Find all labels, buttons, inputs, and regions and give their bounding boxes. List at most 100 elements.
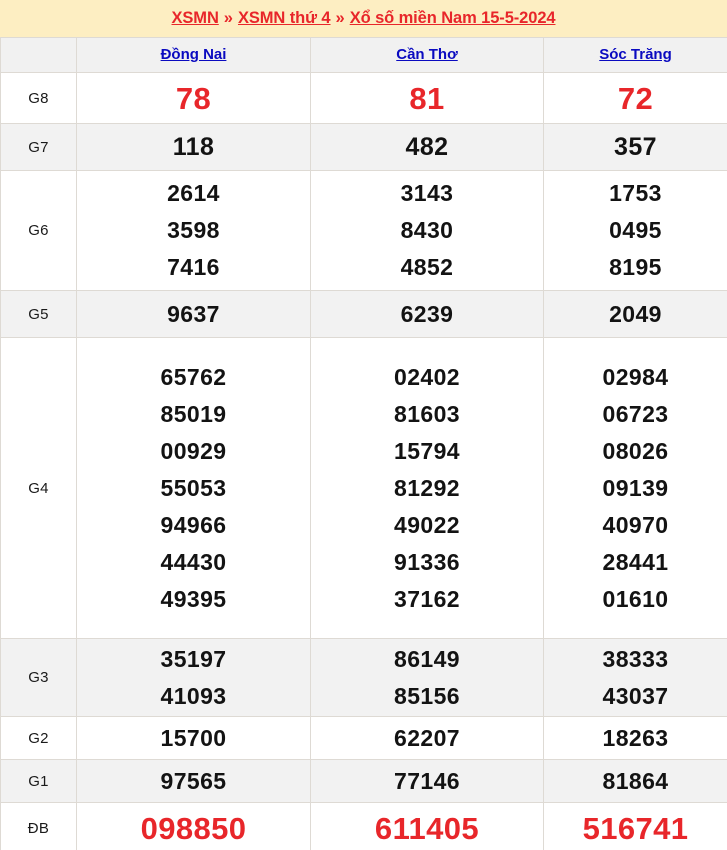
lottery-number: 6239 [400,300,454,327]
prize-numbers-g7-dong-nai: 118 [76,123,311,171]
table-row-g6: G6 2614 3598 7416 3143 8430 4852 1753 0495 819… [0,170,727,291]
lottery-number: 55053 [160,474,227,501]
table-row-g2: G2 15700 62207 18263 [0,716,727,760]
lottery-number: 40970 [602,511,669,538]
province-link-dong-nai[interactable]: Đồng Nai [161,46,227,63]
lottery-number: 00929 [160,437,227,464]
lottery-number: 02984 [602,363,669,390]
lottery-number: 15700 [160,724,227,751]
lottery-number: 15794 [394,437,460,464]
table-row-g4: G4 65762 85019 00929 55053 94966 44430 49395 0… [0,337,727,639]
prize-numbers-db-dong-nai: 098850 [76,802,311,850]
prize-numbers-g4-soc-trang: 02984 06723 08026 09139 40970 28441 01610 [543,337,727,639]
lottery-number: 38333 [602,645,669,672]
lottery-number: 01610 [602,585,669,612]
lottery-number: 118 [172,132,215,161]
prize-label-g3: G3 [0,638,77,717]
breadcrumb-separator-1: » [223,9,233,27]
lottery-number: 8195 [609,254,662,280]
breadcrumb: XSMN » XSMN thứ 4 » Xổ số miền Nam 15-5-… [0,0,727,37]
lottery-number: 28441 [602,548,669,575]
table-row-g1: G1 97565 77146 81864 [0,759,727,803]
lottery-number: 8430 [400,217,454,243]
prize-numbers-g1-can-tho: 77146 [310,759,544,803]
prize-numbers-g5-soc-trang: 2049 [543,290,727,338]
lottery-number: 94966 [160,511,227,538]
lottery-number: 9637 [167,300,220,327]
lottery-number: 81603 [394,400,460,427]
lottery-number: 06723 [602,400,669,427]
province-link-can-tho[interactable]: Cần Thơ [396,46,458,63]
prize-numbers-g2-dong-nai: 15700 [76,716,311,760]
prize-numbers-g7-soc-trang: 357 [543,123,727,171]
lottery-number: 098850 [140,811,247,846]
lottery-number: 49022 [394,511,460,538]
lottery-number: 611405 [374,811,480,846]
prize-numbers-g5-dong-nai: 9637 [76,290,311,338]
table-header: Đồng Nai Cần Thơ Sóc Trăng [0,37,727,73]
prize-numbers-g2-can-tho: 62207 [310,716,544,760]
prize-numbers-g3-dong-nai: 35197 41093 [76,638,311,717]
prize-numbers-g1-dong-nai: 97565 [76,759,311,803]
prize-numbers-g7-can-tho: 482 [310,123,544,171]
lottery-number: 7416 [167,254,220,280]
breadcrumb-item-xsmn[interactable]: XSMN [172,9,219,28]
lottery-results-table: Đồng Nai Cần Thơ Sóc Trăng G8 78 81 72 G… [0,37,727,850]
table-row-g5: G5 9637 6239 2049 [0,290,727,338]
prize-label-g2: G2 [0,716,77,760]
prize-label-g5: G5 [0,290,77,338]
table-row-g7: G7 118 482 357 [0,123,727,171]
lottery-number: 91336 [394,548,460,575]
lottery-number: 65762 [160,363,227,390]
lottery-number: 3598 [167,217,220,243]
header-row: Đồng Nai Cần Thơ Sóc Trăng [0,37,727,73]
lottery-number: 1753 [609,180,662,206]
lottery-number: 81292 [394,474,460,501]
prize-label-g1: G1 [0,759,77,803]
breadcrumb-item-current-page[interactable]: Xổ số miền Nam 15-5-2024 [350,9,556,28]
lottery-number: 08026 [602,437,669,464]
table-body: G8 78 81 72 G7 118 482 357 G6 2614 3598 74… [0,72,727,850]
lottery-number: 482 [405,132,449,161]
lottery-number: 44430 [160,548,227,575]
prize-numbers-g8-dong-nai: 78 [76,72,311,124]
lottery-number: 4852 [400,254,454,280]
lottery-number: 97565 [160,767,227,794]
lottery-number: 2049 [609,300,662,327]
prize-numbers-g8-can-tho: 81 [310,72,544,124]
lottery-number: 72 [617,80,654,116]
lottery-number: 81 [409,80,445,116]
prize-numbers-g6-soc-trang: 1753 0495 8195 [543,170,727,291]
lottery-number: 85019 [160,400,227,427]
lottery-number: 516741 [582,811,689,846]
lottery-number: 77146 [394,767,460,794]
prize-numbers-g4-dong-nai: 65762 85019 00929 55053 94966 44430 49395 [76,337,311,639]
breadcrumb-item-weekday[interactable]: XSMN thứ 4 [238,9,331,28]
province-link-soc-trang[interactable]: Sóc Trăng [599,46,672,63]
lottery-number: 0495 [609,217,662,243]
header-province-2: Cần Thơ [310,37,544,73]
lottery-number: 85156 [394,682,460,709]
prize-numbers-g2-soc-trang: 18263 [543,716,727,760]
breadcrumb-separator-2: » [335,9,345,27]
lottery-results-page: XSMN » XSMN thứ 4 » Xổ số miền Nam 15-5-… [0,0,727,850]
lottery-number: 41093 [160,682,227,709]
prize-numbers-g4-can-tho: 02402 81603 15794 81292 49022 91336 37162 [310,337,544,639]
lottery-number: 81864 [602,767,669,794]
header-province-3: Sóc Trăng [543,37,727,73]
lottery-number: 86149 [394,645,460,672]
lottery-number: 09139 [602,474,669,501]
table-row-db: ĐB 098850 611405 516741 [0,802,727,850]
prize-numbers-g1-soc-trang: 81864 [543,759,727,803]
prize-numbers-g6-can-tho: 3143 8430 4852 [310,170,544,291]
lottery-number: 37162 [394,585,460,612]
prize-numbers-db-soc-trang: 516741 [543,802,727,850]
lottery-number: 3143 [400,180,454,206]
table-row-g8: G8 78 81 72 [0,72,727,124]
prize-numbers-g5-can-tho: 6239 [310,290,544,338]
lottery-number: 02402 [394,363,460,390]
prize-numbers-db-can-tho: 611405 [310,802,544,850]
lottery-number: 49395 [160,585,227,612]
prize-label-db: ĐB [0,802,77,850]
prize-label-g8: G8 [0,72,77,124]
